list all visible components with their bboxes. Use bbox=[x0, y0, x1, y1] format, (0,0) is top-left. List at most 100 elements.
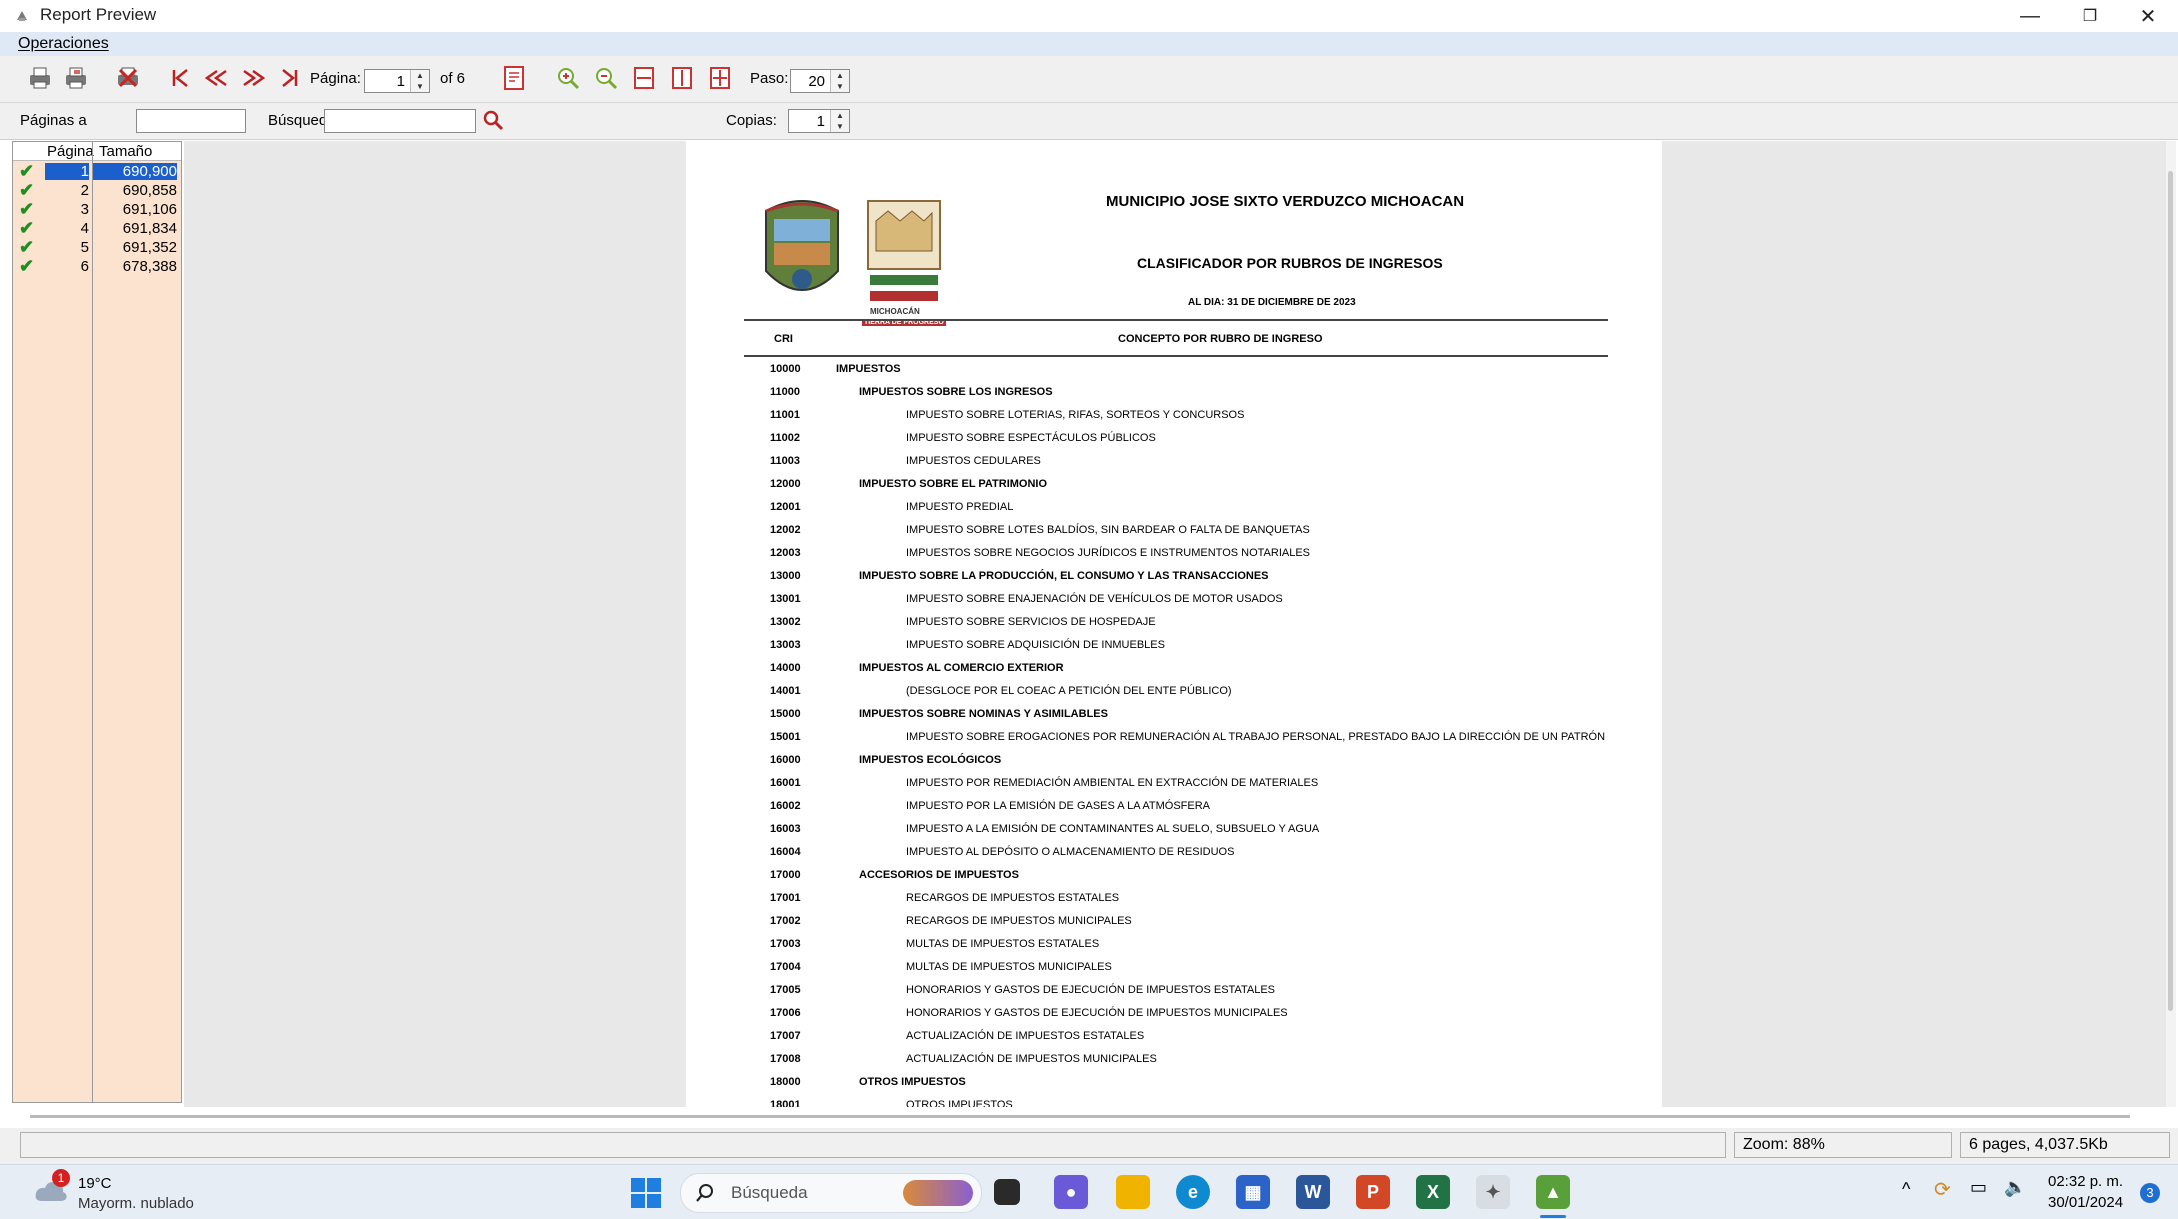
zoom-status: Zoom: 88% bbox=[1734, 1132, 1952, 1158]
column-header-page[interactable]: Página bbox=[47, 143, 94, 160]
clock-time[interactable]: 02:32 p. m. bbox=[2048, 1173, 2123, 1190]
checkmark-icon[interactable]: ✔ bbox=[19, 199, 34, 220]
powerpoint-icon[interactable]: P bbox=[1356, 1175, 1390, 1209]
horizontal-scrollbar[interactable] bbox=[30, 1115, 2130, 1118]
zoom-out-button[interactable] bbox=[590, 62, 622, 94]
clock-date[interactable]: 30/01/2024 bbox=[2048, 1194, 2123, 1211]
report-row: 11000 IMPUESTOS SOBRE LOS INGRESOS bbox=[686, 382, 1662, 405]
report-row: 12001 IMPUESTO PREDIAL bbox=[686, 497, 1662, 520]
search-input[interactable] bbox=[324, 109, 476, 133]
page-size-cell: 691,352 bbox=[122, 239, 177, 256]
zoom-in-button[interactable] bbox=[552, 62, 584, 94]
page-list-row[interactable]: ✔ 6 678,388 bbox=[13, 256, 181, 277]
municipal-seal-logo bbox=[765, 200, 839, 291]
report-row: 13001 IMPUESTO SOBRE ENAJENACIÓN DE VEHÍC… bbox=[686, 589, 1662, 612]
teams-chat-icon[interactable]: ● bbox=[1054, 1175, 1088, 1209]
page-list-row[interactable]: ✔ 3 691,106 bbox=[13, 199, 181, 220]
cri-code: 12002 bbox=[770, 524, 801, 536]
concept-description: IMPUESTO SOBRE EROGACIONES POR REMUNERAC… bbox=[906, 731, 1606, 743]
zoom-in-icon bbox=[558, 68, 580, 90]
copies-spinner[interactable]: 1 ▲ ▼ bbox=[788, 109, 850, 133]
checkmark-icon[interactable]: ✔ bbox=[19, 237, 34, 258]
report-row: 17005 HONORARIOS Y GASTOS DE EJECUCIÓN DE… bbox=[686, 980, 1662, 1003]
print-button[interactable] bbox=[24, 62, 56, 94]
page-list-row[interactable]: ✔ 1 690,900 bbox=[13, 161, 181, 182]
cri-code: 17002 bbox=[770, 915, 801, 927]
page-list-row[interactable]: ✔ 2 690,858 bbox=[13, 180, 181, 201]
concept-description: IMPUESTOS CEDULARES bbox=[906, 455, 1041, 467]
cri-code: 11000 bbox=[770, 386, 800, 398]
page-number-spinner[interactable]: 1 ▲ ▼ bbox=[364, 69, 430, 93]
report-row: 17004 MULTAS DE IMPUESTOS MUNICIPALES bbox=[686, 957, 1662, 980]
checkmark-icon[interactable]: ✔ bbox=[19, 218, 34, 239]
vertical-scrollbar[interactable] bbox=[2166, 141, 2176, 1107]
taskbar-search[interactable]: Búsqueda bbox=[680, 1173, 982, 1213]
chevron-up-icon[interactable]: ^ bbox=[1902, 1179, 1910, 1200]
report-row: 13002 IMPUESTO SOBRE SERVICIOS DE HOSPEDA… bbox=[686, 612, 1662, 635]
fit-height-button[interactable] bbox=[666, 62, 698, 94]
report-row: 17006 HONORARIOS Y GASTOS DE EJECUCIÓN DE… bbox=[686, 1003, 1662, 1026]
weather-description[interactable]: Mayorm. nublado bbox=[78, 1195, 194, 1212]
fit-width-button[interactable] bbox=[628, 62, 660, 94]
report-app-icon[interactable]: ▲ bbox=[1536, 1175, 1570, 1209]
concept-description: IMPUESTO POR REMEDIACIÓN AMBIENTAL EN EX… bbox=[906, 777, 1319, 789]
step-spinner-arrows[interactable]: ▲ ▼ bbox=[830, 70, 849, 92]
search-icon bbox=[483, 110, 504, 131]
report-row: 11002 IMPUESTO SOBRE ESPECTÁCULOS PÚBLICO… bbox=[686, 428, 1662, 451]
next-page-button[interactable] bbox=[238, 62, 270, 94]
search-icon bbox=[696, 1184, 713, 1202]
app-icon[interactable]: ✦ bbox=[1476, 1175, 1510, 1209]
page-list-row[interactable]: ✔ 4 691,834 bbox=[13, 218, 181, 239]
report-row: 18000 OTROS IMPUESTOS bbox=[686, 1072, 1662, 1095]
last-page-button[interactable] bbox=[274, 62, 306, 94]
report-row: 14001 (DESGLOCE POR EL COEAC A PETICIÓN D… bbox=[686, 681, 1662, 704]
checkmark-icon[interactable]: ✔ bbox=[19, 161, 34, 182]
network-icon[interactable]: ▭ bbox=[1970, 1177, 1987, 1198]
minimize-button[interactable]: — bbox=[2000, 0, 2060, 32]
checkmark-icon[interactable]: ✔ bbox=[19, 180, 34, 201]
column-header-size[interactable]: Tamaño bbox=[99, 143, 152, 160]
report-row: 12000 IMPUESTO SOBRE EL PATRIMONIO bbox=[686, 474, 1662, 497]
notification-badge[interactable]: 3 bbox=[2140, 1183, 2160, 1203]
file-explorer-icon[interactable] bbox=[1116, 1175, 1150, 1209]
previous-page-button[interactable] bbox=[200, 62, 232, 94]
edge-icon[interactable]: e bbox=[1176, 1175, 1210, 1209]
concept-description: IMPUESTO SOBRE LOTES BALDÍOS, SIN BARDEA… bbox=[906, 524, 1310, 536]
scroll-thumb[interactable] bbox=[2168, 171, 2173, 1011]
print-setup-button[interactable] bbox=[60, 62, 92, 94]
go-to-page-button[interactable] bbox=[498, 62, 530, 94]
window-title: Report Preview bbox=[40, 5, 157, 24]
sync-icon[interactable]: ⟳ bbox=[1934, 1177, 1951, 1202]
weather-temperature[interactable]: 19°C bbox=[78, 1175, 112, 1192]
restore-button[interactable]: ❐ bbox=[2060, 0, 2120, 32]
cancel-button[interactable] bbox=[112, 62, 144, 94]
page-list-row[interactable]: ✔ 5 691,352 bbox=[13, 237, 181, 258]
volume-icon[interactable]: 🔈 bbox=[2004, 1177, 2026, 1198]
step-spinner[interactable]: 20 ▲ ▼ bbox=[790, 69, 850, 93]
page-number-cell: 5 bbox=[80, 239, 89, 256]
cri-code: 18001 bbox=[770, 1099, 801, 1107]
page-list: Página Tamaño ✔ 1 690,900 ✔ 2 690,858 ✔ 3 691,10… bbox=[12, 141, 182, 1103]
task-view-icon[interactable] bbox=[994, 1179, 1020, 1205]
start-button[interactable] bbox=[630, 1177, 662, 1209]
store-icon[interactable]: ▦ bbox=[1236, 1175, 1270, 1209]
word-icon[interactable]: W bbox=[1296, 1175, 1330, 1209]
search-button[interactable] bbox=[478, 105, 508, 135]
menu-operaciones[interactable]: Operaciones bbox=[18, 35, 109, 53]
copies-spinner-arrows[interactable]: ▲ ▼ bbox=[830, 110, 849, 132]
pages-to-input[interactable] bbox=[136, 109, 246, 133]
checkmark-icon[interactable]: ✔ bbox=[19, 256, 34, 277]
page-list-header: Página Tamaño bbox=[13, 142, 181, 161]
first-page-button[interactable] bbox=[164, 62, 196, 94]
page-size-cell: 690,900 bbox=[93, 163, 177, 180]
page-spinner-arrows[interactable]: ▲ ▼ bbox=[410, 70, 429, 92]
excel-icon[interactable]: X bbox=[1416, 1175, 1450, 1209]
report-row: 16004 IMPUESTO AL DEPÓSITO O ALMACENAMIEN… bbox=[686, 842, 1662, 865]
preview-area[interactable]: MICHOACÁN TIERRA DE PROGRESO MUNICIPIO J… bbox=[184, 141, 2170, 1107]
page-size-cell: 678,388 bbox=[122, 258, 177, 275]
cri-code: 17004 bbox=[770, 961, 801, 973]
close-button[interactable]: ✕ bbox=[2118, 0, 2178, 32]
report-row: 15000 IMPUESTOS SOBRE NOMINAS Y ASIMILABL… bbox=[686, 704, 1662, 727]
fit-page-button[interactable] bbox=[704, 62, 736, 94]
report-row: 17000 ACCESORIOS DE IMPUESTOS bbox=[686, 865, 1662, 888]
